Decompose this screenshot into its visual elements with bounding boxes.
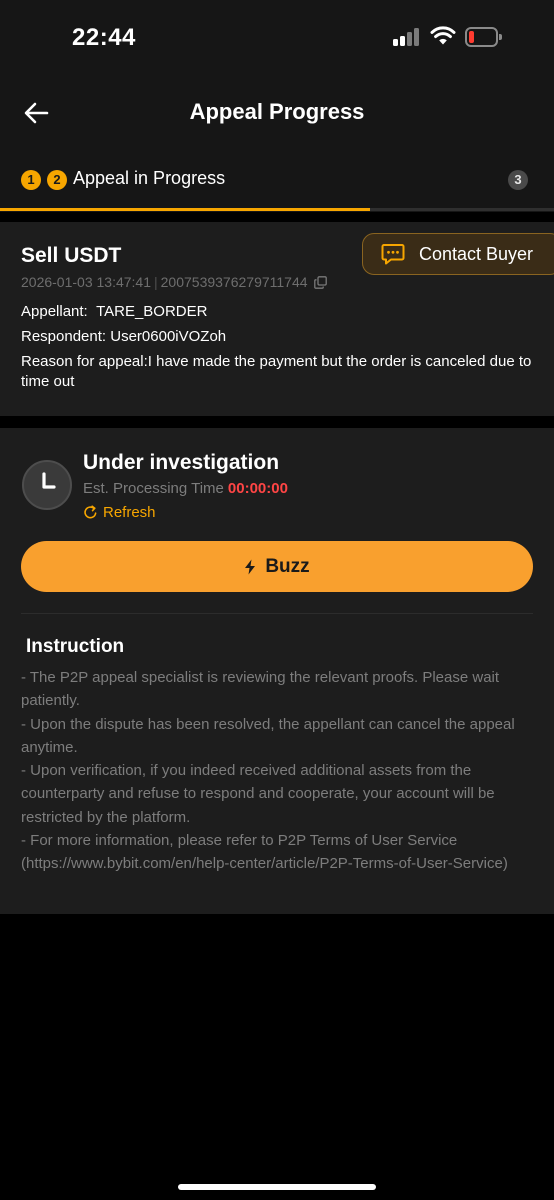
order-card: Sell USDT Contact Buyer 2026-01-03 13:47…: [0, 222, 554, 416]
chat-icon: [381, 244, 405, 265]
status-bar: 22:44: [0, 0, 554, 76]
clock-icon: [22, 460, 72, 510]
est-processing-row: Est. Processing Time 00:00:00: [83, 480, 288, 497]
status-time: 22:44: [72, 24, 136, 51]
appeal-steps: 1 2 Appeal in Progress 3: [0, 164, 554, 196]
step-progress-track: [0, 208, 554, 211]
appeal-reason: Reason for appeal:I have made the paymen…: [21, 352, 539, 392]
wifi-icon: [430, 26, 456, 45]
order-id: 2007539376279711744: [160, 274, 308, 290]
buzz-button[interactable]: Buzz: [21, 541, 533, 592]
meta-separator: |: [154, 274, 158, 290]
instruction-title: Instruction: [26, 636, 125, 657]
appellant-row: Appellant: TARE_BORDER: [21, 303, 207, 320]
buzz-label: Buzz: [265, 555, 310, 577]
appellant-label: Appellant:: [21, 303, 88, 320]
cellular-signal-icon: [393, 28, 421, 46]
current-step-label: Appeal in Progress: [73, 168, 226, 188]
respondent-value: User0600iVOZoh: [110, 328, 227, 345]
order-title: Sell USDT: [21, 244, 122, 267]
refresh-label: Refresh: [103, 504, 156, 521]
step-2-badge: 2: [47, 170, 67, 190]
divider: [21, 613, 533, 614]
est-processing-time: 00:00:00: [227, 480, 288, 497]
copy-icon[interactable]: [313, 275, 327, 289]
refresh-button[interactable]: Refresh: [83, 504, 156, 521]
nav-bar: Appeal Progress: [0, 88, 554, 138]
reason-label: Reason for appeal:: [21, 353, 148, 370]
step-1-badge: 1: [21, 170, 41, 190]
step-progress-fill: [0, 208, 370, 211]
screen: 22:44 Appeal Progress 1 2 Appeal in Prog…: [0, 0, 554, 1200]
contact-buyer-label: Contact Buyer: [419, 243, 534, 264]
contact-buyer-button[interactable]: Contact Buyer: [362, 233, 554, 275]
investigation-card: Under investigation Est. Processing Time…: [0, 428, 554, 914]
respondent-row: Respondent: User0600iVOZoh: [21, 328, 226, 345]
page-title: Appeal Progress: [189, 99, 365, 124]
instruction-line: - The P2P appeal specialist is reviewing…: [21, 669, 500, 710]
instruction-line: - For more information, please refer to …: [21, 832, 508, 873]
respondent-label: Respondent:: [21, 328, 107, 345]
refresh-icon: [84, 505, 97, 519]
instruction-line: - Upon verification, if you indeed recei…: [21, 762, 495, 826]
header-area: 22:44 Appeal Progress 1 2 Appeal in Prog…: [0, 0, 554, 212]
est-processing-label: Est. Processing Time: [83, 480, 224, 497]
lightning-icon: [245, 559, 256, 574]
status-title: Under investigation: [83, 451, 280, 474]
appellant-value: TARE_BORDER: [96, 303, 208, 320]
order-datetime: 2026-01-03 13:47:41: [21, 274, 151, 290]
instruction-line: - Upon the dispute has been resolved, th…: [21, 715, 515, 756]
battery-low-icon: [465, 27, 502, 47]
step-3-badge: 3: [508, 170, 528, 190]
order-meta: 2026-01-03 13:47:41 | 200753937627971174…: [21, 274, 327, 290]
home-indicator[interactable]: [178, 1184, 376, 1190]
instruction-body: - The P2P appeal specialist is reviewing…: [21, 666, 533, 876]
